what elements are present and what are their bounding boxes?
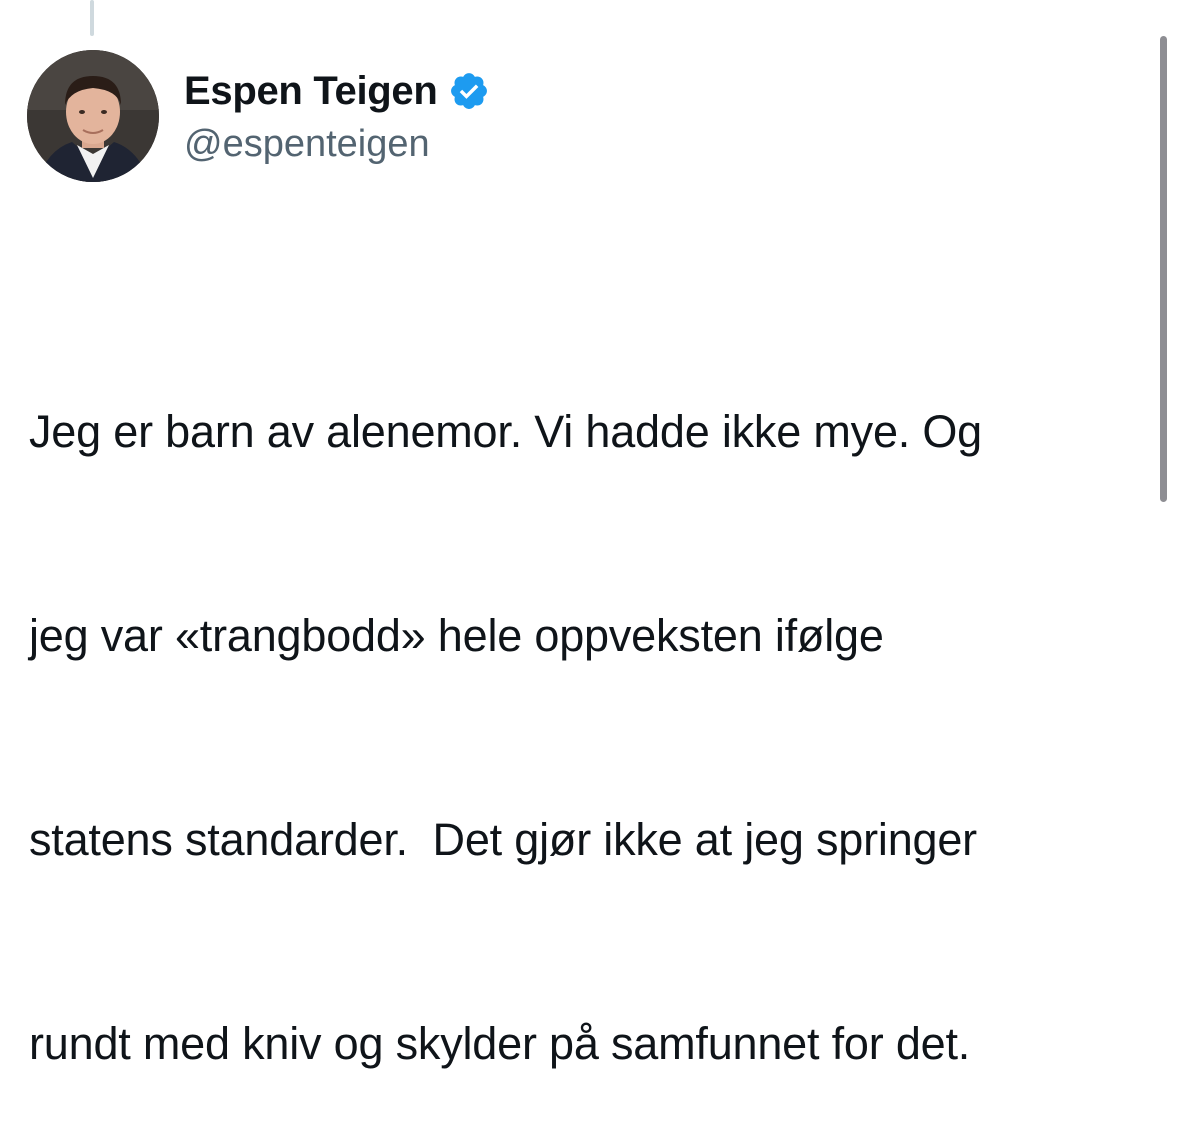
tweet-text-line: rundt med kniv og skylder på samfunnet f… xyxy=(29,1018,971,1069)
profile-photo-icon xyxy=(27,50,159,182)
tweet-text-line: Jeg er barn av alenemor. Vi hadde ikke m… xyxy=(29,406,983,457)
author-handle[interactable]: @espenteigen xyxy=(184,120,430,168)
scrollbar[interactable] xyxy=(1160,36,1167,502)
tweet-text-line: statens standarder. Det gjør ikke at jeg… xyxy=(29,814,977,865)
tweet-text-line: jeg var «trangbodd» hele oppveksten iføl… xyxy=(29,610,884,661)
tweet-text: Jeg er barn av alenemor. Vi hadde ikke m… xyxy=(29,262,1139,1146)
author-name-row: Espen Teigen xyxy=(184,66,490,116)
verified-badge-icon[interactable] xyxy=(448,70,490,112)
thread-connector-line xyxy=(90,0,94,36)
display-name[interactable]: Espen Teigen xyxy=(184,66,438,116)
avatar[interactable] xyxy=(27,50,159,182)
